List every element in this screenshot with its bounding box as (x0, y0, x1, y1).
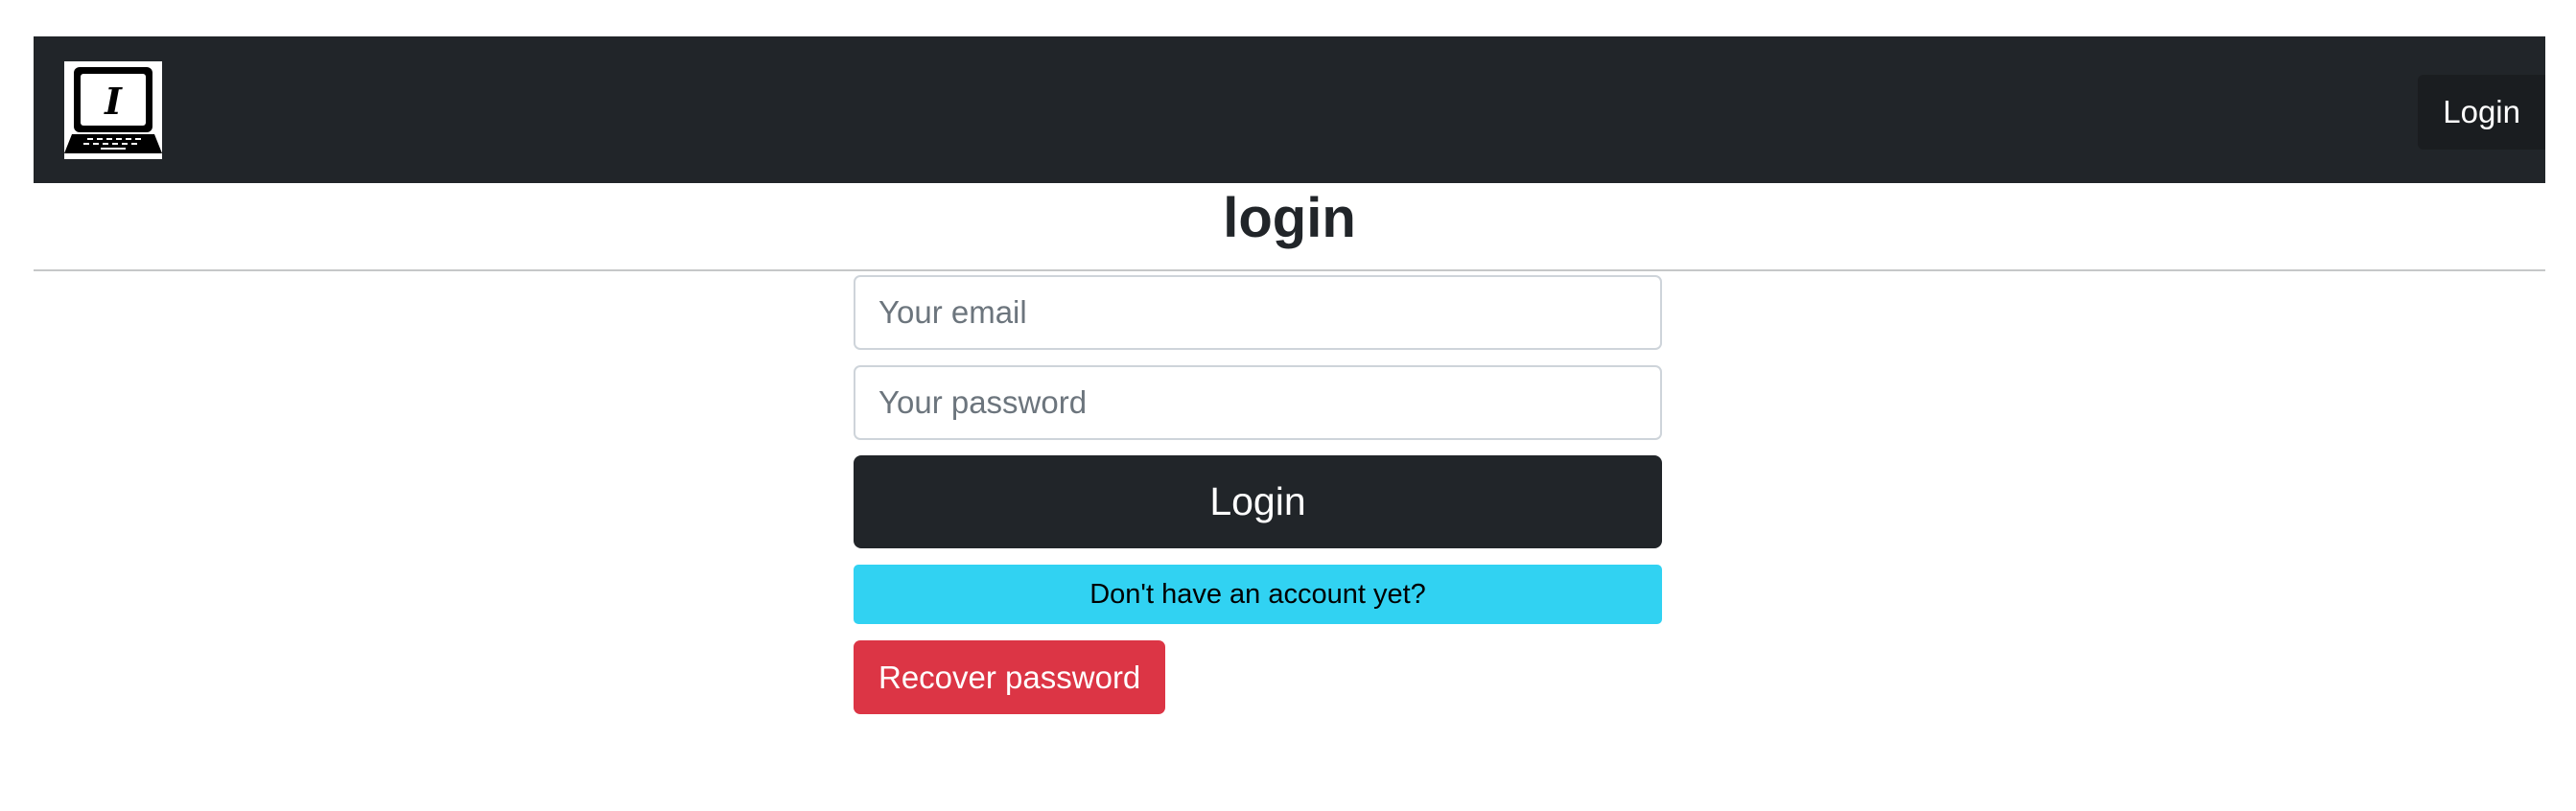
recover-password-button[interactable]: Recover password (854, 640, 1166, 714)
email-input[interactable] (854, 275, 1662, 350)
site-logo[interactable]: I (64, 61, 162, 159)
logo-glyph: I (104, 80, 123, 123)
login-form: Login Don't have an account yet? Recover… (854, 275, 1662, 714)
page-title: login (1223, 187, 1356, 249)
nav-login-button[interactable]: Login (2418, 75, 2545, 150)
laptop-icon: I (64, 61, 162, 159)
password-input[interactable] (854, 365, 1662, 440)
login-submit-button[interactable]: Login (854, 455, 1662, 548)
page-container: I Login login (34, 36, 2545, 271)
signup-link-button[interactable]: Don't have an account yet? (854, 565, 1662, 624)
top-navbar: I Login (34, 36, 2545, 183)
title-divider (34, 269, 2545, 271)
